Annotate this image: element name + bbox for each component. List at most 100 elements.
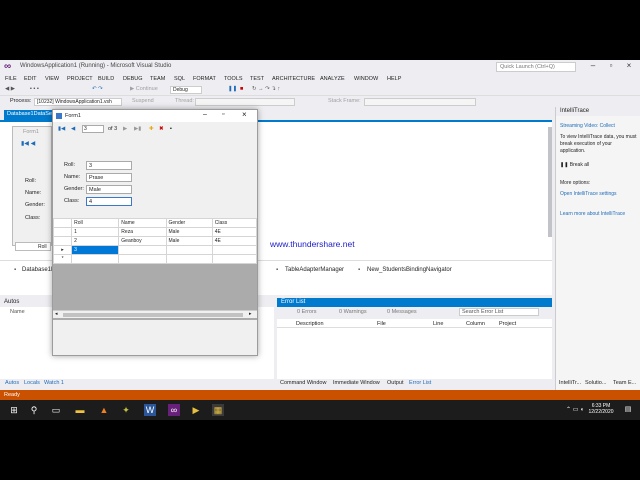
grid-col-name[interactable]: Name [118, 218, 167, 228]
move-previous-icon[interactable]: ◀ [71, 126, 75, 132]
menu-project[interactable]: PROJECT [67, 76, 93, 82]
warnings-filter[interactable]: 0 Warnings [339, 309, 367, 315]
menu-test[interactable]: TEST [250, 76, 264, 82]
suspend-button[interactable]: Suspend [132, 98, 154, 104]
continue-button[interactable]: ▶ Continue [130, 86, 158, 92]
pause-icon[interactable]: ❚❚ [228, 86, 237, 92]
cell-name[interactable] [118, 245, 167, 255]
form-app-icon[interactable]: ▦ [212, 404, 224, 416]
undo-icon[interactable]: ↶ ↷ [92, 86, 103, 92]
start-icon[interactable]: ⊞ [8, 404, 20, 416]
cell-class[interactable] [211, 245, 258, 255]
errors-filter[interactable]: 0 Errors [297, 309, 317, 315]
table-row[interactable]: 1 Reza Male 4E [52, 227, 258, 237]
messages-filter[interactable]: 0 Messages [387, 309, 417, 315]
process-select[interactable]: [10232] WindowsApplication1.vsh [34, 98, 122, 106]
menu-architecture[interactable]: ARCHITECTURE [272, 76, 315, 82]
name-textbox[interactable]: Prase [86, 173, 132, 182]
cell-gender[interactable]: Male [165, 227, 213, 237]
notifications-icon[interactable]: ▤ [622, 404, 634, 416]
designer-form[interactable]: Form1 ▮◀ ◀ Roll: Name: Gender: Class: Ro… [12, 126, 52, 251]
menu-sql[interactable]: SQL [174, 76, 185, 82]
table-row[interactable]: ▸ 3 [52, 245, 258, 255]
streaming-label[interactable]: Streaming Video: Collect [560, 123, 640, 129]
roll-textbox[interactable]: 3 [86, 161, 132, 170]
minimize-icon[interactable]: – [586, 61, 600, 70]
intellitrace-settings-link[interactable]: Open IntelliTrace settings [560, 191, 617, 197]
tab-error-list[interactable]: Error List [409, 380, 431, 386]
class-textbox[interactable]: 4 [86, 197, 132, 206]
cell-class[interactable]: 4E [211, 227, 258, 237]
config-select[interactable]: Debug [170, 86, 202, 94]
error-search-input[interactable]: Search Error List [459, 308, 539, 316]
cell-roll[interactable]: 3 [71, 245, 120, 255]
menu-window[interactable]: WINDOW [354, 76, 378, 82]
cell-roll[interactable]: 2 [71, 236, 120, 246]
menu-build[interactable]: BUILD [98, 76, 114, 82]
tray-icons[interactable]: ⌃ ▭ ◖ [566, 406, 584, 413]
gender-textbox[interactable]: Male [86, 185, 132, 194]
clock[interactable]: 6:33 PM 12/22/2020 [588, 403, 614, 415]
tab-output[interactable]: Output [387, 380, 404, 386]
quick-launch-input[interactable]: Quick Launch (Ctrl+Q) [496, 62, 576, 72]
col-line[interactable]: Line [433, 321, 443, 327]
col-column[interactable]: Column [466, 321, 485, 327]
grid-col-gender[interactable]: Gender [165, 218, 213, 228]
menu-format[interactable]: FORMAT [193, 76, 216, 82]
cell-name[interactable]: Reza [118, 227, 167, 237]
menu-tools[interactable]: TOOLS [224, 76, 243, 82]
restart-icon[interactable]: ↻ → ↷ ↴ ↑ [252, 86, 280, 92]
menu-analyze[interactable]: ANALYZE [320, 76, 345, 82]
cell-roll[interactable]: 1 [71, 227, 120, 237]
move-last-icon[interactable]: ▶▮ [134, 126, 141, 132]
document-tab[interactable]: Database1DataSe [4, 110, 55, 120]
tab-intellitrace[interactable]: IntelliTr... [559, 380, 581, 386]
col-description[interactable]: Description [296, 321, 324, 327]
task-view-icon[interactable]: ▭ [50, 404, 62, 416]
tab-team-explorer[interactable]: Team E... [613, 380, 636, 386]
close-icon[interactable]: × [622, 61, 636, 70]
grid-col-class[interactable]: Class [211, 218, 258, 228]
save-data-icon[interactable]: ▪ [170, 126, 172, 132]
col-project[interactable]: Project [499, 321, 516, 327]
grid-col-roll[interactable]: Roll [71, 218, 120, 228]
tab-autos[interactable]: Autos [5, 380, 19, 386]
word-icon[interactable]: W [144, 404, 156, 416]
col-file[interactable]: File [377, 321, 386, 327]
grid-horizontal-scrollbar[interactable]: ◂ ▸ [53, 310, 257, 318]
media-icon[interactable]: ▶ [190, 404, 202, 416]
menu-file[interactable]: FILE [5, 76, 17, 82]
back-icon[interactable]: ◀ ▶ [5, 86, 15, 92]
app-icon[interactable]: ✦ [120, 404, 132, 416]
new-row[interactable]: * [52, 254, 258, 264]
scroll-thumb[interactable] [63, 313, 243, 317]
stack-frame-select[interactable] [364, 98, 476, 106]
position-input[interactable]: 3 [82, 125, 104, 133]
table-row[interactable]: 2 Geanboy Male 4E [52, 236, 258, 246]
tab-immediate-window[interactable]: Immediate Window [333, 380, 380, 386]
cell-gender[interactable] [165, 245, 213, 255]
intellitrace-learn-link[interactable]: Learn more about IntelliTrace [560, 211, 625, 217]
row-header[interactable] [52, 227, 73, 237]
cell-class[interactable]: 4E [211, 236, 258, 246]
row-header[interactable] [52, 236, 73, 246]
stop-icon[interactable]: ■ [240, 86, 243, 92]
break-all-button[interactable]: ❚❚ Break all [560, 162, 589, 168]
delete-icon[interactable]: ✖ [159, 126, 164, 132]
cell-empty[interactable] [165, 254, 213, 264]
menu-help[interactable]: HELP [387, 76, 401, 82]
tab-locals[interactable]: Locals [24, 380, 40, 386]
tray-item-dataset[interactable]: Database1D [22, 267, 55, 273]
tab-solution[interactable]: Solutio... [585, 380, 606, 386]
cell-gender[interactable]: Male [165, 236, 213, 246]
tray-item-navigator[interactable]: New_StudentsBindingNavigator [367, 267, 452, 273]
tab-command-window[interactable]: Command Window [280, 380, 326, 386]
cell-name[interactable]: Geanboy [118, 236, 167, 246]
tray-item-adapter-manager[interactable]: TableAdapterManager [285, 267, 344, 273]
maximize-icon[interactable]: ▫ [604, 61, 618, 70]
current-row-indicator-icon[interactable]: ▸ [52, 245, 73, 255]
thread-select[interactable] [195, 98, 295, 106]
form-close-icon[interactable]: × [242, 110, 247, 119]
cell-empty[interactable] [71, 254, 120, 264]
cell-empty[interactable] [211, 254, 258, 264]
